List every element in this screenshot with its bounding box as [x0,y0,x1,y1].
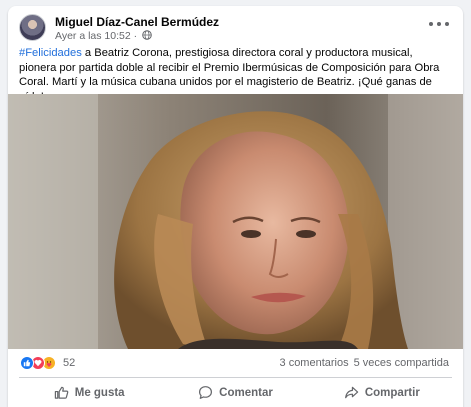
comment-icon [199,386,213,399]
shares-count[interactable]: 5 veces compartida [354,357,449,369]
post-image[interactable] [8,94,463,349]
portrait-photo [8,94,463,349]
thumbs-up-icon [54,386,69,399]
like-label: Me gusta [74,386,125,399]
post-actions: Me gusta Comentar Compartir [16,378,455,407]
hashtag-link[interactable]: #Felicidades [19,47,82,59]
globe-icon [142,30,152,40]
author-name[interactable]: Miguel Díaz-Canel Bermúdez [55,15,219,29]
post-header: Miguel Díaz-Canel Bermúdez Ayer a las 10… [8,6,463,46]
post-stats: 3 comentarios 5 veces compartida [280,357,449,369]
reaction-count[interactable]: 52 [63,357,75,369]
comments-count[interactable]: 3 comentarios [280,357,349,369]
share-button[interactable]: Compartir [309,378,455,407]
comment-label: Comentar [219,386,273,399]
post-timestamp[interactable]: Ayer a las 10:52 [55,30,131,42]
reactions-bar: 52 3 comentarios 5 veces compartida [8,349,463,377]
post-card: Miguel Díaz-Canel Bermúdez Ayer a las 10… [8,6,463,407]
more-options-icon[interactable] [429,16,449,32]
author-avatar[interactable] [19,14,46,41]
like-button[interactable]: Me gusta [16,378,162,407]
share-label: Compartir [364,386,420,399]
like-icon [20,356,34,370]
comment-button[interactable]: Comentar [162,378,308,407]
post-meta: Ayer a las 10:52 · [55,30,152,42]
meta-separator: · [130,30,141,42]
share-icon [344,386,359,399]
